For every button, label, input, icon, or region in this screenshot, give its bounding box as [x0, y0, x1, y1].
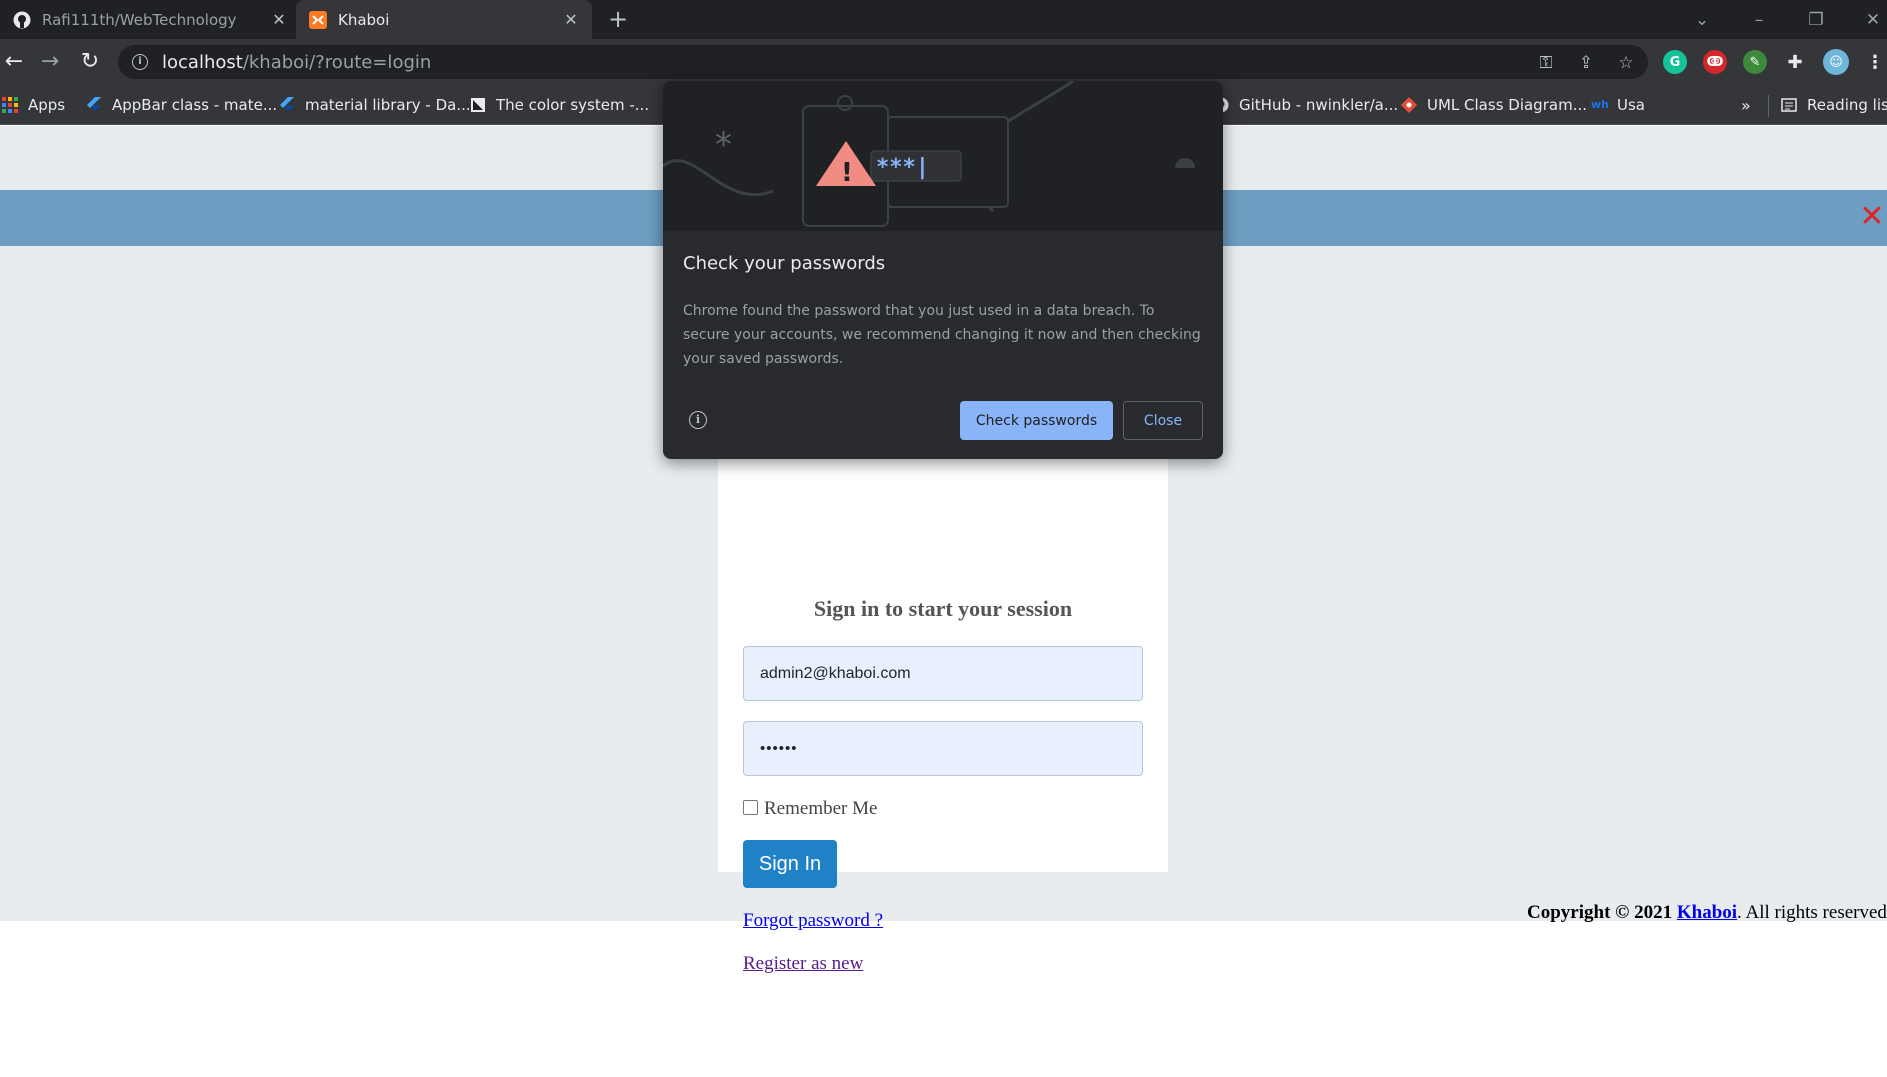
- password-mask-text: ***|: [876, 155, 929, 180]
- flutter-icon: [87, 97, 101, 111]
- xampp-icon: [308, 10, 328, 30]
- reload-icon[interactable]: ↻: [76, 48, 104, 76]
- adobe-icon[interactable]: ↂ: [1703, 50, 1727, 74]
- register-link[interactable]: Register as new: [743, 953, 863, 975]
- bookmark-label: GitHub - nwinkler/a...: [1239, 96, 1399, 114]
- tab-title: Khaboi: [338, 10, 390, 29]
- url-host: localhost: [162, 51, 243, 73]
- login-box-message: Sign in to start your session: [813, 596, 1073, 621]
- remember-me[interactable]: Remember Me: [743, 798, 877, 820]
- bookmark-label: UML Class Diagram...: [1427, 96, 1587, 114]
- password-field[interactable]: ••••••: [743, 721, 1143, 776]
- bookmark-uml[interactable]: UML Class Diagram...: [1401, 95, 1587, 115]
- site-info-icon[interactable]: i: [132, 54, 148, 70]
- colorzilla-icon[interactable]: ✎: [1743, 50, 1767, 74]
- check-passwords-button[interactable]: Check passwords: [960, 401, 1113, 440]
- dialog-body: Chrome found the password that you just …: [683, 303, 1201, 367]
- tab-close-icon[interactable]: ✕: [270, 10, 288, 29]
- password-breach-illustration: * ***| !: [663, 81, 1223, 231]
- footer-suffix: . All rights reserved.: [1737, 902, 1887, 923]
- bookmark-label: AppBar class - mate...: [112, 96, 278, 114]
- address-bar[interactable]: i localhost/khaboi/?route=login ⚿ ⇪ ☆: [118, 45, 1648, 79]
- tab-khaboi[interactable]: Khaboi ✕: [296, 0, 592, 39]
- browser-toolbar: ← → ↻ i localhost/khaboi/?route=login ⚿ …: [0, 39, 1887, 85]
- forgot-password-link[interactable]: Forgot password ?: [743, 910, 883, 932]
- sign-in-button[interactable]: Sign In: [743, 840, 837, 888]
- dialog-title: Check your passwords: [683, 253, 886, 274]
- bookmark-label: Apps: [28, 96, 66, 114]
- reading-list[interactable]: Reading list: [1781, 95, 1887, 115]
- bookmark-label: material library - Da...: [305, 96, 471, 114]
- remember-me-label: Remember Me: [764, 798, 878, 819]
- diamond-icon: [1401, 97, 1417, 113]
- url-text[interactable]: localhost/khaboi/?route=login: [162, 52, 431, 73]
- bookmark-appbar[interactable]: AppBar class - mate...: [86, 95, 277, 115]
- bookmark-label: Reading list: [1807, 96, 1887, 114]
- extensions-puzzle-icon[interactable]: ✚: [1783, 50, 1807, 74]
- apps-grid-icon: [2, 97, 18, 113]
- password-breach-dialog: * ***| ! Check your passwords Chrome fou…: [663, 81, 1223, 459]
- bookmarks-overflow-chevron[interactable]: »: [1741, 95, 1751, 115]
- forward-icon[interactable]: →: [36, 48, 64, 76]
- window-close-icon[interactable]: ✕: [1859, 6, 1887, 34]
- password-key-icon[interactable]: ⚿: [1536, 53, 1556, 73]
- footer-copyright: Copyright © 2021 Khaboi. All rights rese…: [1527, 902, 1887, 924]
- grammarly-icon[interactable]: G: [1663, 50, 1687, 74]
- footer-brand-link[interactable]: Khaboi: [1677, 902, 1737, 923]
- menu-kebab-icon[interactable]: ⋮: [1863, 50, 1887, 74]
- login-box: Sign in to start your session admin2@kha…: [718, 456, 1168, 974]
- bookmarks-divider: [1768, 95, 1769, 117]
- wh-icon: wh: [1591, 98, 1609, 111]
- email-field[interactable]: admin2@khaboi.com: [743, 646, 1143, 701]
- close-icon[interactable]: ✕: [1857, 202, 1887, 232]
- info-icon[interactable]: i: [689, 411, 707, 429]
- footer-prefix: Copyright © 2021: [1527, 902, 1677, 923]
- svg-text:!: !: [841, 158, 853, 188]
- remember-me-checkbox[interactable]: [743, 799, 758, 815]
- tab-title: Rafi111th/WebTechnology: [42, 10, 237, 29]
- close-button[interactable]: Close: [1123, 401, 1203, 440]
- restore-icon[interactable]: ❐: [1802, 6, 1830, 34]
- back-icon[interactable]: ←: [0, 48, 28, 76]
- flutter-icon: [280, 97, 294, 111]
- bookmark-usa[interactable]: wh Usa: [1591, 95, 1645, 115]
- url-path: /khaboi/?route=login: [242, 51, 432, 73]
- minimize-icon[interactable]: –: [1745, 6, 1773, 34]
- bookmark-label: Usa: [1617, 96, 1645, 114]
- tab-github[interactable]: Rafi111th/WebTechnology ✕: [0, 0, 300, 39]
- material-icon: [471, 98, 485, 112]
- tab-search-icon[interactable]: ⌄: [1688, 6, 1716, 34]
- bookmark-apps[interactable]: Apps: [2, 95, 65, 115]
- github-icon: [12, 10, 32, 30]
- tab-strip: Rafi111th/WebTechnology ✕ Khaboi ✕ + ⌄ –…: [0, 0, 1887, 39]
- reading-list-icon: [1781, 98, 1797, 112]
- profile-avatar[interactable]: ☺: [1823, 49, 1849, 75]
- bookmark-star-icon[interactable]: ☆: [1616, 53, 1636, 73]
- bookmark-github-nwinkler[interactable]: GitHub - nwinkler/a...: [1213, 95, 1398, 115]
- share-icon[interactable]: ⇪: [1576, 53, 1596, 73]
- bookmark-color-system[interactable]: The color system -...: [470, 95, 649, 115]
- svg-text:*: *: [715, 125, 732, 165]
- tab-close-icon[interactable]: ✕: [562, 10, 580, 29]
- bookmark-label: The color system -...: [496, 96, 650, 114]
- new-tab-button[interactable]: +: [605, 7, 631, 33]
- bookmark-material-library[interactable]: material library - Da...: [279, 95, 471, 115]
